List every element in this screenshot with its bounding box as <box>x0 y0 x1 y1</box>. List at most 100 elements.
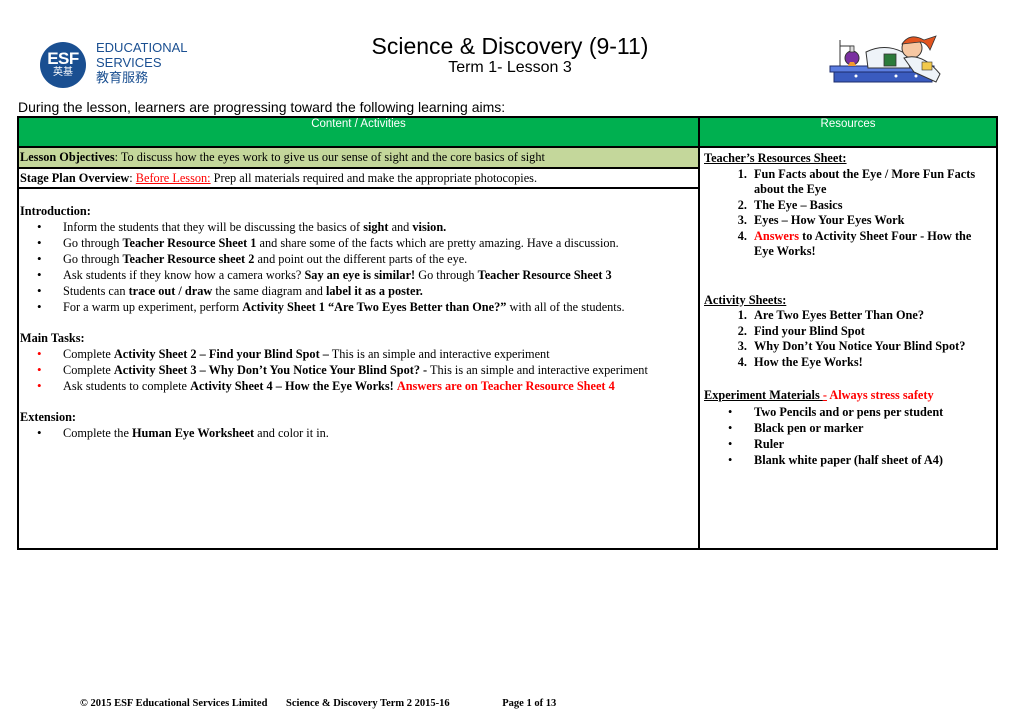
activity-sheet-item: Are Two Eyes Better Than One? <box>750 308 992 324</box>
logo-line-3: 教育服務 <box>96 70 149 85</box>
teacher-resource-item: The Eye – Basics <box>750 198 992 214</box>
bold-text: Activity Sheet 3 – Why Don’t You Notice … <box>113 363 428 377</box>
column-header-content: Content / Activities <box>17 116 700 148</box>
highlight-text: Answers are on Teacher Resource Sheet 4 <box>396 379 615 393</box>
material-item: Blank white paper (half sheet of A4) <box>728 452 992 468</box>
bold-text: Activity Sheet 4 – How the Eye Works! <box>190 379 394 393</box>
main-task-item: Ask students to complete Activity Sheet … <box>37 378 698 394</box>
text: Complete <box>63 363 114 377</box>
text: Complete the <box>63 426 132 440</box>
activity-sheet-item: Why Don’t You Notice Your Blind Spot? <box>750 339 992 355</box>
introduction-item: Inform the students that they will be di… <box>37 219 698 235</box>
esf-logo-badge: ESF 英基 <box>40 42 86 88</box>
teacher-resource-item: Fun Facts about the Eye / More Fun Facts… <box>750 167 992 198</box>
text: Complete <box>63 347 114 361</box>
overview-text: Prep all materials required and make the… <box>210 171 538 185</box>
materials-safety-note: Always stress safety <box>826 388 934 402</box>
introduction-list: Inform the students that they will be di… <box>19 219 698 315</box>
activity-sheet-item: Find your Blind Spot <box>750 324 992 340</box>
resource-text: The Eye – Basics <box>754 197 843 212</box>
activity-sheets-heading: Activity Sheets: <box>704 292 787 307</box>
material-item: Ruler <box>728 436 992 452</box>
text: For a warm up experiment, perform <box>63 300 243 314</box>
text: and <box>388 220 413 234</box>
esf-logo: ESF 英基 EDUCATIONAL SERVICES 教育服務 <box>40 40 200 90</box>
text: This is an simple and interactive experi… <box>427 363 648 377</box>
bold-text: label it as a poster. <box>325 284 423 298</box>
bold-text: Teacher Resource Sheet 1 <box>122 236 257 250</box>
bold-text: sight <box>363 220 389 234</box>
logo-wordmark: EDUCATIONAL SERVICES 教育服務 <box>96 40 188 85</box>
bold-text: Human Eye Worksheet <box>131 426 255 440</box>
text: Ask students if they know how a camera w… <box>63 268 305 282</box>
page-footer: © 2015 ESF Educational Services Limited … <box>80 698 572 709</box>
materials-list: Two Pencils and or pens per studentBlack… <box>704 404 992 468</box>
content-activities-cell: Lesson Objectives: To discuss how the ey… <box>17 146 700 550</box>
page-title: Science & Discovery (9-11) <box>371 33 649 59</box>
resource-text: Fun Facts about the Eye / More Fun Facts… <box>754 166 976 197</box>
logo-abbr-cn: 英基 <box>53 67 73 78</box>
text: the same diagram and <box>212 284 326 298</box>
text: This is an simple and interactive experi… <box>328 347 550 361</box>
bold-text: Activity Sheet 1 “Are Two Eyes Better th… <box>242 300 507 314</box>
overview-label: Stage Plan Overview <box>20 171 130 185</box>
extension-list: Complete the Human Eye Worksheet and col… <box>19 425 698 441</box>
footer-copyright: © 2015 ESF Educational Services Limited <box>80 698 268 709</box>
material-item: Black pen or marker <box>728 420 992 436</box>
document-title: Science & Discovery (9-11) Term 1- Lesso… <box>300 33 720 77</box>
bold-text: Activity Sheet 2 – Find your Blind Spot … <box>113 347 329 361</box>
logo-line-1: EDUCATIONAL <box>96 40 188 55</box>
main-task-item: Complete Activity Sheet 3 – Why Don’t Yo… <box>37 362 698 378</box>
main-tasks-heading: Main Tasks: <box>20 331 85 345</box>
extension-heading: Extension: <box>20 410 77 424</box>
text: Go through <box>415 268 478 282</box>
text: and point out the different parts of the… <box>254 252 468 266</box>
footer-page-number: Page 1 of 13 <box>502 698 557 709</box>
main-task-item: Complete Activity Sheet 2 – Find your Bl… <box>37 346 698 362</box>
main-tasks-list: Complete Activity Sheet 2 – Find your Bl… <box>19 346 698 394</box>
teacher-resources-list: Fun Facts about the Eye / More Fun Facts… <box>704 167 992 260</box>
bold-text: Say an eye is similar! <box>304 268 416 282</box>
bold-text: Teacher Resource sheet 2 <box>122 252 255 266</box>
column-header-resources: Resources <box>698 116 998 148</box>
resource-text: Eyes – How Your Eyes Work <box>754 213 905 227</box>
learning-aims-intro: During the lesson, learners are progress… <box>18 99 506 115</box>
lesson-objectives: Lesson Objectives: To discuss how the ey… <box>19 148 698 169</box>
objectives-text: : To discuss how the eyes work to give u… <box>114 150 545 164</box>
teacher-resource-item: Eyes – How Your Eyes Work <box>750 213 992 229</box>
answers-highlight: Answers <box>754 228 800 243</box>
experiment-materials-heading: Experiment Materials - Always stress saf… <box>704 388 992 404</box>
table-header-row: Content / Activities Resources <box>17 116 998 148</box>
footer-course: Science & Discovery Term 2 2015-16 <box>286 698 450 709</box>
objectives-label: Lesson Objectives <box>20 150 115 164</box>
text: and share some of the facts which are pr… <box>256 236 619 250</box>
bold-text: Teacher Resource Sheet 3 <box>477 268 612 282</box>
introduction-item: Go through Teacher Resource sheet 2 and … <box>37 251 698 267</box>
introduction-item: Go through Teacher Resource Sheet 1 and … <box>37 235 698 251</box>
table-body-row: Lesson Objectives: To discuss how the ey… <box>17 146 998 550</box>
introduction-item: For a warm up experiment, perform Activi… <box>37 299 698 315</box>
lesson-plan-table: Content / Activities Resources Lesson Ob… <box>17 116 998 550</box>
material-item: Two Pencils and or pens per student <box>728 404 992 420</box>
bold-text: vision. <box>412 220 447 234</box>
resources-cell: Teacher’s Resources Sheet: Fun Facts abo… <box>698 146 998 550</box>
activity-sheets-list: Are Two Eyes Better Than One?Find your B… <box>704 308 992 370</box>
before-lesson-link[interactable]: Before Lesson: <box>136 171 211 185</box>
page-subtitle: Term 1- Lesson 3 <box>448 59 572 76</box>
text: Go through <box>63 236 123 250</box>
introduction-item: Ask students if they know how a camera w… <box>37 267 698 283</box>
materials-heading-label: Experiment Materials <box>704 388 823 402</box>
text: Inform the students that they will be di… <box>63 220 364 234</box>
bold-text: trace out / draw <box>128 284 213 298</box>
stage-plan-overview: Stage Plan Overview: Before Lesson: Prep… <box>19 169 698 189</box>
text: and color it in. <box>254 426 329 440</box>
text: Go through <box>63 252 123 266</box>
introduction-item: Students can trace out / draw the same d… <box>37 283 698 299</box>
teacher-resources-heading: Teacher’s Resources Sheet: <box>704 151 847 165</box>
text: Students can <box>63 284 129 298</box>
logo-abbr: ESF <box>47 49 79 68</box>
extension-item: Complete the Human Eye Worksheet and col… <box>37 425 698 441</box>
scientist-clipart-icon <box>829 35 941 83</box>
introduction-heading: Introduction: <box>20 204 91 218</box>
activity-sheet-item: How the Eye Works! <box>750 355 992 371</box>
